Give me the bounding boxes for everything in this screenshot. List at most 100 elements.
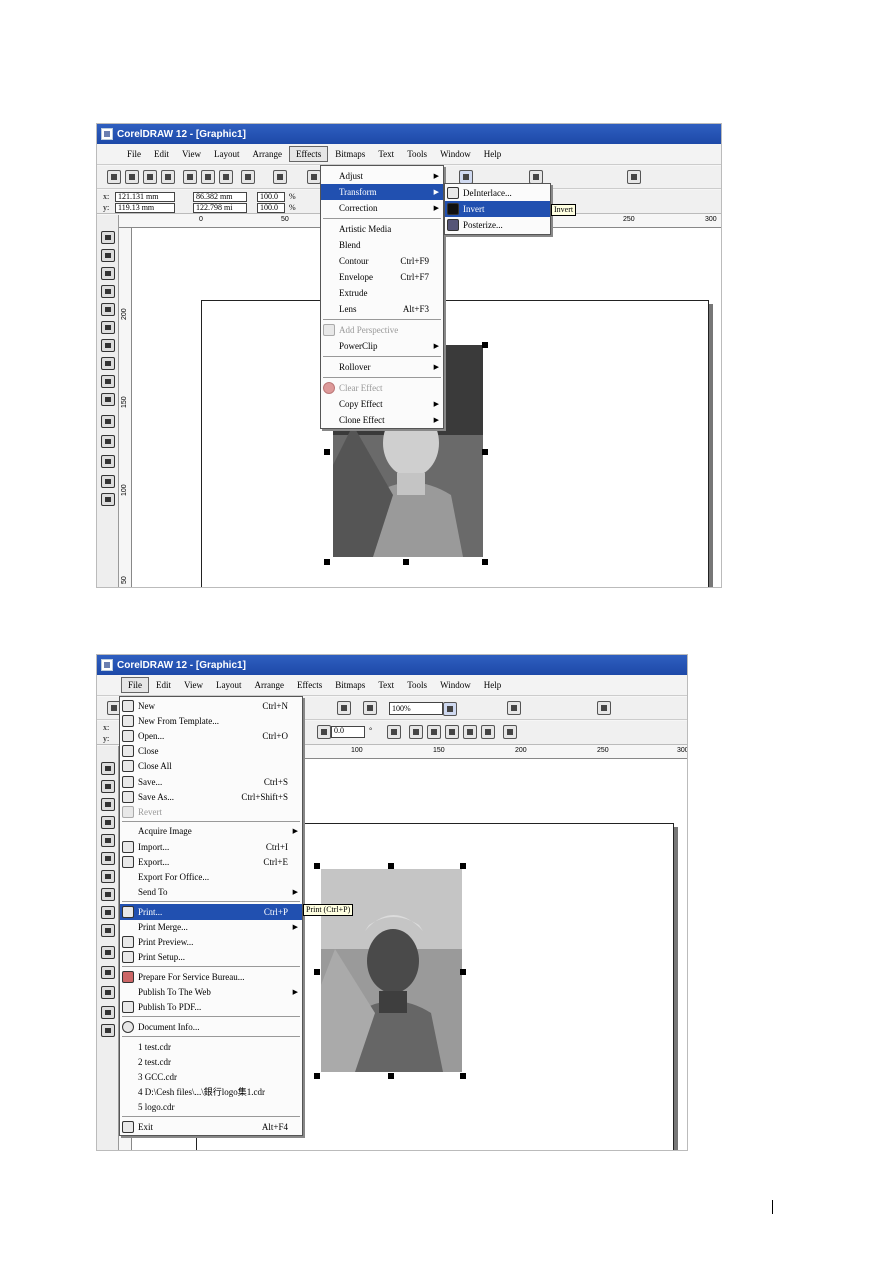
align-icon[interactable] <box>427 725 441 739</box>
print-icon[interactable] <box>161 170 175 184</box>
undo-icon[interactable] <box>241 170 255 184</box>
copy-icon[interactable] <box>201 170 215 184</box>
rotation-angle-field[interactable]: 0.0 <box>331 726 365 738</box>
menu-item-contour[interactable]: Contour Ctrl+F9 <box>321 253 443 269</box>
menu-window[interactable]: Window <box>434 678 477 692</box>
menu-item-close-all[interactable]: Close All <box>120 758 302 774</box>
zoom-level-field[interactable]: 100% <box>389 702 443 715</box>
selection-handle[interactable] <box>482 342 488 348</box>
menu-item-exit[interactable]: Exit Alt+F4 <box>120 1119 302 1135</box>
x-position-field[interactable]: 121.131 mm <box>115 192 175 202</box>
menu-item-prepare-service-bureau[interactable]: Prepare For Service Bureau... <box>120 969 302 985</box>
menu-edit[interactable]: Edit <box>150 678 177 692</box>
menu-item-new[interactable]: New Ctrl+N <box>120 698 302 714</box>
selection-handle[interactable] <box>314 969 320 975</box>
fill-tool-icon[interactable] <box>101 475 115 488</box>
menu-item-save[interactable]: Save... Ctrl+S <box>120 774 302 790</box>
selection-handle[interactable] <box>460 863 466 869</box>
paste-icon[interactable] <box>219 170 233 184</box>
wrap-text-icon[interactable] <box>503 725 517 739</box>
interactive-blend-icon[interactable] <box>101 946 115 959</box>
menu-item-export-for-office[interactable]: Export For Office... <box>120 869 302 885</box>
menu-item-posterize[interactable]: Posterize... <box>445 217 550 233</box>
menu-item-rollover[interactable]: Rollover ▶ <box>321 359 443 375</box>
mirror-icon[interactable] <box>387 725 401 739</box>
align-icon[interactable] <box>445 725 459 739</box>
menu-item-publish-to-web[interactable]: Publish To The Web ▶ <box>120 984 302 1000</box>
menu-view[interactable]: View <box>176 147 207 161</box>
rotate-icon[interactable] <box>317 725 331 739</box>
import-icon[interactable] <box>307 170 321 184</box>
zoom-dropdown-icon[interactable] <box>459 170 473 184</box>
menu-item-new-from-template[interactable]: New From Template... <box>120 713 302 729</box>
selection-handle[interactable] <box>324 559 330 565</box>
selection-handle[interactable] <box>314 1073 320 1079</box>
menu-arrange[interactable]: Arrange <box>248 678 289 692</box>
menu-item-invert[interactable]: Invert <box>445 201 550 217</box>
launcher-icon[interactable] <box>337 701 351 715</box>
menu-bitmaps[interactable]: Bitmaps <box>329 678 371 692</box>
zoom-tool-icon[interactable] <box>101 267 115 280</box>
menu-layout[interactable]: Layout <box>210 678 248 692</box>
menu-item-artistic-media[interactable]: Artistic Media <box>321 221 443 237</box>
menu-item-open[interactable]: Open... Ctrl+O <box>120 728 302 744</box>
welcome-icon[interactable] <box>597 701 611 715</box>
menu-tools[interactable]: Tools <box>401 147 433 161</box>
menu-help[interactable]: Help <box>478 147 508 161</box>
menu-item-print[interactable]: Print... Ctrl+P <box>120 904 302 920</box>
align-icon[interactable] <box>481 725 495 739</box>
menu-item-adjust[interactable]: Adjust ▶ <box>321 168 443 184</box>
menu-item-close[interactable]: Close <box>120 743 302 759</box>
menu-item-recent-file[interactable]: 5 logo.cdr <box>120 1099 302 1115</box>
menu-item-powerclip[interactable]: PowerClip ▶ <box>321 338 443 354</box>
menu-item-publish-to-pdf[interactable]: Publish To PDF... <box>120 999 302 1015</box>
freehand-tool-icon[interactable] <box>101 816 115 829</box>
selection-handle[interactable] <box>460 969 466 975</box>
menu-tools[interactable]: Tools <box>401 678 433 692</box>
outline-tool-icon[interactable] <box>101 986 115 999</box>
basic-shapes-icon[interactable] <box>101 906 115 919</box>
eyedropper-icon[interactable] <box>101 435 115 448</box>
menu-item-recent-file[interactable]: 1 test.cdr <box>120 1039 302 1055</box>
text-tool-icon[interactable] <box>101 924 115 937</box>
menu-item-send-to[interactable]: Send To ▶ <box>120 884 302 900</box>
fill-tool-icon[interactable] <box>101 1006 115 1019</box>
menu-item-document-info[interactable]: Document Info... <box>120 1019 302 1035</box>
redo-icon[interactable] <box>273 170 287 184</box>
ellipse-tool-icon[interactable] <box>101 339 115 352</box>
menu-item-recent-file[interactable]: 4 D:\Cesh files\...\銀行logo集1.cdr <box>120 1084 302 1100</box>
selection-handle[interactable] <box>482 449 488 455</box>
interactive-blend-icon[interactable] <box>101 415 115 428</box>
selection-handle[interactable] <box>482 559 488 565</box>
selection-handle[interactable] <box>314 863 320 869</box>
pick-tool-icon[interactable] <box>101 231 115 244</box>
height-field[interactable]: 122.798 mi <box>193 203 247 213</box>
shape-tool-icon[interactable] <box>101 249 115 262</box>
bitmap-photo-inverted[interactable] <box>321 869 462 1072</box>
menu-file[interactable]: File <box>121 677 150 693</box>
zoom-dropdown-icon[interactable] <box>443 702 457 716</box>
freehand-tool-icon[interactable] <box>101 285 115 298</box>
selection-handle[interactable] <box>324 449 330 455</box>
menu-item-clone-effect[interactable]: Clone Effect ▶ <box>321 412 443 428</box>
menu-effects[interactable]: Effects <box>291 678 328 692</box>
menu-window[interactable]: Window <box>434 147 477 161</box>
menu-item-blend[interactable]: Blend <box>321 237 443 253</box>
menu-item-envelope[interactable]: Envelope Ctrl+F7 <box>321 269 443 285</box>
smart-fill-icon[interactable] <box>101 834 115 847</box>
menu-item-recent-file[interactable]: 3 GCC.cdr <box>120 1069 302 1085</box>
menu-item-extrude[interactable]: Extrude <box>321 285 443 301</box>
ellipse-tool-icon[interactable] <box>101 870 115 883</box>
rectangle-tool-icon[interactable] <box>101 852 115 865</box>
menu-item-acquire-image[interactable]: Acquire Image ▶ <box>120 823 302 839</box>
save-icon[interactable] <box>143 170 157 184</box>
smart-fill-icon[interactable] <box>101 303 115 316</box>
menu-item-lens[interactable]: Lens Alt+F3 <box>321 301 443 317</box>
menu-effects[interactable]: Effects <box>288 146 329 162</box>
interactive-fill-icon[interactable] <box>101 1024 115 1037</box>
zoom-tool-icon[interactable] <box>101 798 115 811</box>
rectangle-tool-icon[interactable] <box>101 321 115 334</box>
menu-edit[interactable]: Edit <box>148 147 175 161</box>
open-icon[interactable] <box>125 170 139 184</box>
menu-item-transform[interactable]: Transform ▶ <box>321 184 443 200</box>
